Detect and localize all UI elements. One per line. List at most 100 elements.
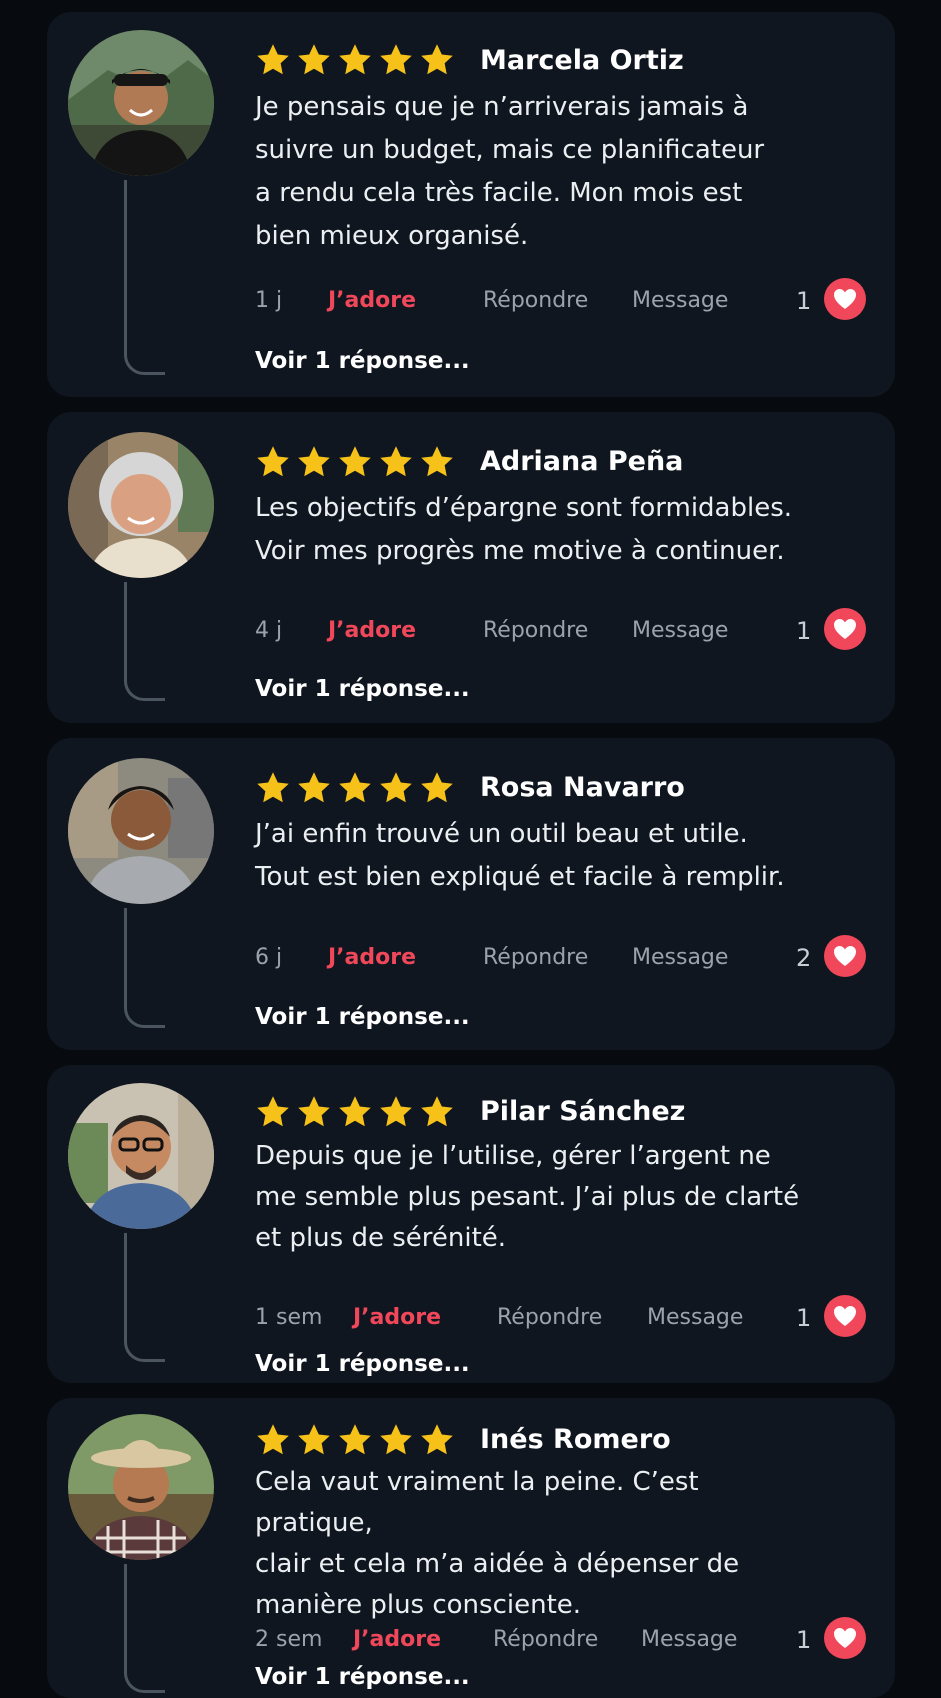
rating-stars — [255, 770, 455, 806]
heart-icon — [834, 946, 856, 966]
review-card: Inés Romero Cela vaut vraiment la peine.… — [47, 1398, 895, 1698]
review-time: 2 sem — [255, 1627, 323, 1652]
view-replies-link[interactable]: Voir 1 réponse... — [255, 676, 470, 702]
message-button[interactable]: Message — [641, 1627, 737, 1652]
review-text: J’ai enfin trouvé un outil beau et utile… — [255, 813, 815, 899]
heart-button[interactable] — [824, 1295, 866, 1337]
reviewer-name[interactable]: Marcela Ortiz — [480, 45, 684, 76]
thread-line — [124, 1564, 165, 1693]
reviewer-name[interactable]: Inés Romero — [480, 1424, 671, 1455]
star-icon — [298, 1424, 330, 1455]
reviewer-name[interactable]: Adriana Peña — [480, 446, 683, 477]
reply-button[interactable]: Répondre — [483, 618, 588, 643]
star-icon — [257, 446, 289, 477]
review-time: 1 sem — [255, 1305, 323, 1330]
review-text: Les objectifs d’épargne sont formidables… — [255, 487, 815, 573]
star-icon — [257, 1096, 289, 1127]
star-icon — [298, 44, 330, 75]
star-icon — [380, 44, 412, 75]
rating-stars — [255, 42, 455, 78]
star-icon — [421, 446, 453, 477]
avatar[interactable] — [68, 1414, 214, 1560]
review-card: Adriana Peña Les objectifs d’épargne son… — [47, 412, 895, 723]
review-text-line: J’ai enfin trouvé un outil beau et utile… — [255, 819, 748, 849]
star-icon — [339, 772, 371, 803]
avatar[interactable] — [68, 432, 214, 578]
love-button[interactable]: J’adore — [328, 618, 416, 643]
review-card: Pilar Sánchez Depuis que je l’utilise, g… — [47, 1065, 895, 1383]
heart-icon — [834, 1628, 856, 1648]
heart-button[interactable] — [824, 278, 866, 320]
like-count: 1 — [796, 1304, 812, 1332]
message-button[interactable]: Message — [632, 288, 728, 313]
thread-line — [124, 180, 165, 375]
review-time: 4 j — [255, 618, 283, 643]
love-button[interactable]: J’adore — [328, 945, 416, 970]
reply-button[interactable]: Répondre — [483, 288, 588, 313]
like-count: 1 — [796, 287, 812, 315]
star-icon — [339, 1424, 371, 1455]
star-icon — [339, 44, 371, 75]
star-icon — [257, 1424, 289, 1455]
reply-button[interactable]: Répondre — [493, 1627, 598, 1652]
review-text-line: Depuis que je l’utilise, gérer l’argent … — [255, 1141, 771, 1171]
star-icon — [339, 1096, 371, 1127]
avatar[interactable] — [68, 30, 214, 176]
reply-button[interactable]: Répondre — [483, 945, 588, 970]
heart-icon — [834, 1306, 856, 1326]
thread-line — [124, 1233, 165, 1362]
love-button[interactable]: J’adore — [353, 1305, 441, 1330]
star-icon — [380, 1424, 412, 1455]
star-icon — [421, 44, 453, 75]
message-button[interactable]: Message — [632, 945, 728, 970]
review-time: 6 j — [255, 945, 283, 970]
avatar[interactable] — [68, 1083, 214, 1229]
review-text-line: suivre un budget, mais ce planificateur — [255, 135, 765, 165]
review-text-line: clair et cela m’a aidée à dépenser de — [255, 1549, 740, 1579]
view-replies-link[interactable]: Voir 1 réponse... — [255, 348, 470, 374]
avatar[interactable] — [68, 758, 214, 904]
reply-button[interactable]: Répondre — [497, 1305, 602, 1330]
thread-line — [124, 908, 165, 1028]
review-text-line: a rendu cela très facile. Mon mois est — [255, 178, 743, 208]
heart-button[interactable] — [824, 608, 866, 650]
like-count: 2 — [796, 944, 812, 972]
reviewer-name[interactable]: Pilar Sánchez — [480, 1096, 685, 1127]
rating-stars — [255, 1422, 455, 1458]
view-replies-link[interactable]: Voir 1 réponse... — [255, 1351, 470, 1377]
message-button[interactable]: Message — [632, 618, 728, 643]
rating-stars — [255, 1094, 455, 1130]
review-card: Rosa Navarro J’ai enfin trouvé un outil … — [47, 738, 895, 1050]
star-icon — [421, 772, 453, 803]
heart-button[interactable] — [824, 1617, 866, 1659]
heart-icon — [834, 619, 856, 639]
star-icon — [421, 1424, 453, 1455]
review-text: Depuis que je l’utilise, gérer l’argent … — [255, 1136, 815, 1259]
star-icon — [421, 1096, 453, 1127]
heart-button[interactable] — [824, 935, 866, 977]
review-card: Marcela Ortiz Je pensais que je n’arrive… — [47, 12, 895, 397]
rating-stars — [255, 444, 455, 480]
review-text-line: et plus de sérénité. — [255, 1223, 507, 1253]
star-icon — [298, 1096, 330, 1127]
message-button[interactable]: Message — [647, 1305, 743, 1330]
star-icon — [257, 44, 289, 75]
star-icon — [339, 446, 371, 477]
view-replies-link[interactable]: Voir 1 réponse... — [255, 1004, 470, 1030]
review-text-line: manière plus consciente. — [255, 1590, 582, 1620]
star-icon — [257, 772, 289, 803]
review-text-line: me semble plus pesant. J’ai plus de clar… — [255, 1182, 800, 1212]
view-replies-link[interactable]: Voir 1 réponse... — [255, 1664, 470, 1690]
review-text-line: Les objectifs d’épargne sont formidables… — [255, 493, 793, 523]
star-icon — [298, 446, 330, 477]
love-button[interactable]: J’adore — [353, 1627, 441, 1652]
thread-line — [124, 582, 165, 701]
heart-icon — [834, 289, 856, 309]
review-text-line: Cela vaut vraiment la peine. C’est prati… — [255, 1467, 699, 1538]
love-button[interactable]: J’adore — [328, 288, 416, 313]
like-count: 1 — [796, 1626, 812, 1654]
review-text-line: bien mieux organisé. — [255, 221, 529, 251]
star-icon — [380, 446, 412, 477]
like-count: 1 — [796, 617, 812, 645]
reviewer-name[interactable]: Rosa Navarro — [480, 772, 685, 803]
